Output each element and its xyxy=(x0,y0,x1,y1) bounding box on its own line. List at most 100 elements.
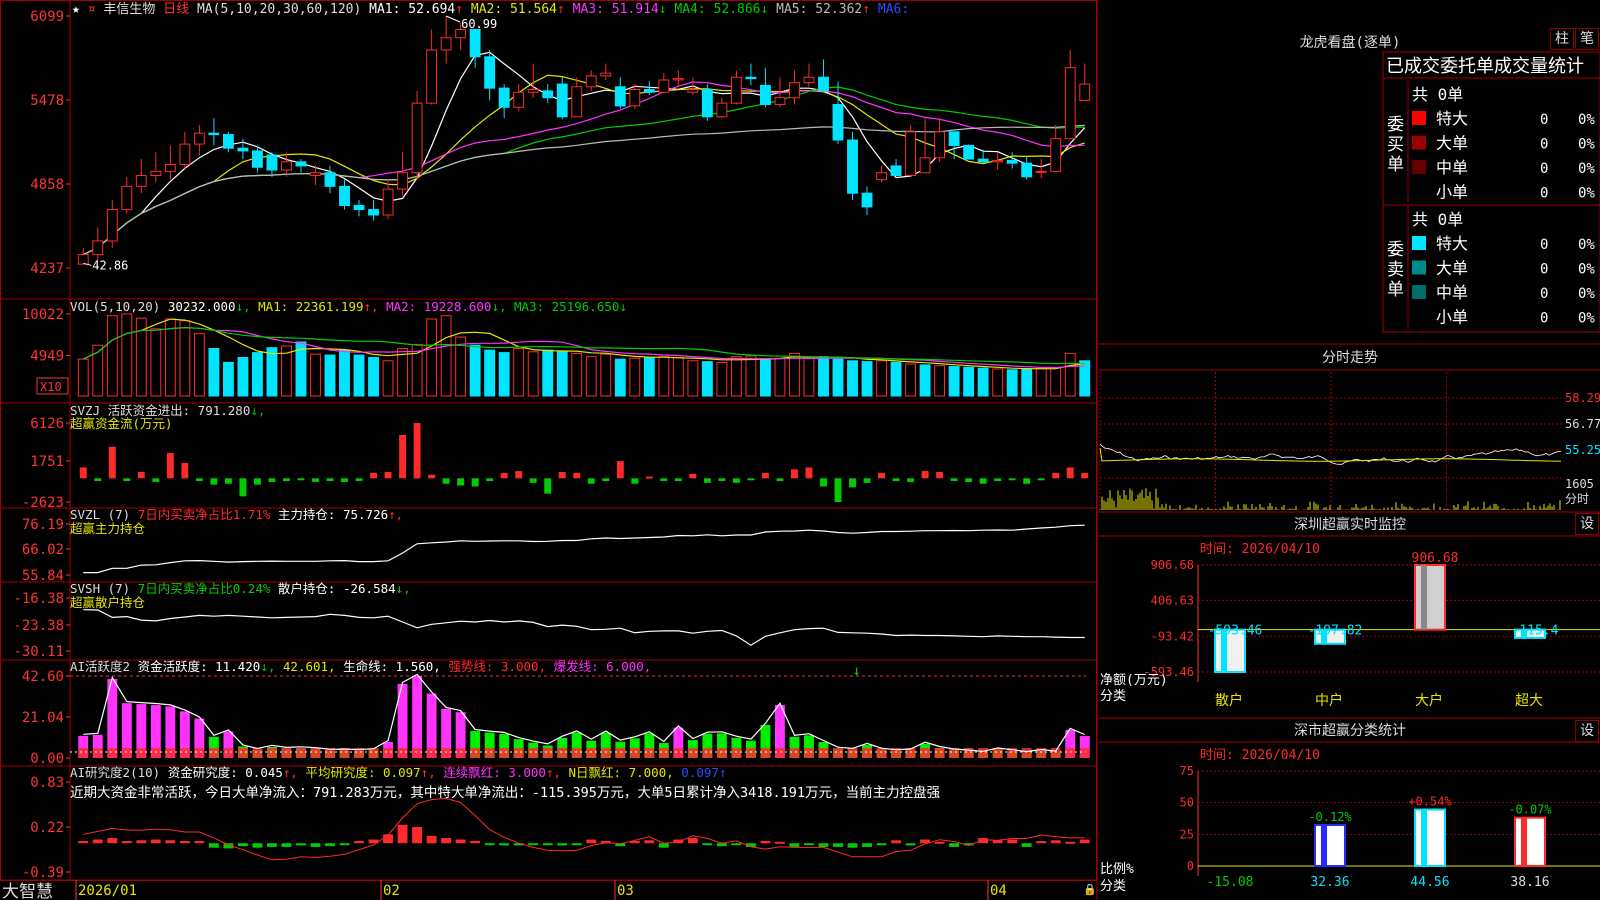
candle-body xyxy=(92,240,104,256)
sz-class-bar-label-3: 38.16 xyxy=(1510,875,1549,890)
fund-flow-bar xyxy=(805,467,813,479)
main-chart-area[interactable]: 6099 5478 4858 4237 60.99 42.86 ★ ¤ 丰信生物 日线 MA… xyxy=(2,2,1097,900)
sz-monitor-settings-button[interactable]: 设 xyxy=(1575,513,1599,535)
buy-swatch-1 xyxy=(1412,135,1426,150)
volume-bar xyxy=(672,357,684,397)
stock-terminal-canvas[interactable]: 6099 5478 4858 4237 60.99 42.86 ★ ¤ 丰信生物 日线 MA… xyxy=(0,0,1600,900)
retail-position-line xyxy=(83,609,1085,646)
sell-row-name-0: 特大 xyxy=(1436,234,1468,253)
order-stats-header: 已成交委托单成交量统计 xyxy=(1386,56,1584,77)
buy-side-char-2: 单 xyxy=(1387,155,1404,175)
sz-class-tick-3: 0 xyxy=(1187,859,1194,873)
avg-research: 平均研究度: 0.097 xyxy=(305,765,420,780)
volume-bar xyxy=(977,367,989,397)
vol-ma2: MA2: 19228.600 xyxy=(386,299,491,314)
buy-swatch-0 xyxy=(1412,111,1426,125)
ai-research-header: AI研究度2(10) 资金研究度: 0.045↑, 平均研究度: 0.097↑,… xyxy=(70,765,726,780)
svsh-title: SVSH (7) xyxy=(70,581,138,596)
ai-active-tick-1: 21.04 xyxy=(22,710,64,726)
candle-body xyxy=(106,209,118,242)
candle-body xyxy=(222,134,234,149)
sz-monitor-time: 时间: 2026/04/10 xyxy=(1200,542,1320,557)
candle-body xyxy=(527,89,539,93)
candle-body xyxy=(208,132,220,136)
column-mode-button[interactable]: 柱 xyxy=(1550,28,1574,50)
stock-name: 丰信生物 xyxy=(103,2,163,17)
activity-base-bar xyxy=(397,748,408,758)
sell-row-pct-1: 0% xyxy=(1578,262,1595,278)
candle-body xyxy=(426,49,438,104)
volume-bar xyxy=(266,347,278,397)
candle-body xyxy=(919,157,931,174)
sz-class-bar-body-1 xyxy=(1314,824,1346,868)
svsh-position: 散户持仓: -26.584 xyxy=(278,581,396,596)
candle-body xyxy=(397,172,409,190)
sz-class-xlabel: 分类 xyxy=(1100,879,1126,894)
sz-class-settings-button[interactable]: 设 xyxy=(1575,720,1599,742)
fund-flow-bar xyxy=(776,478,784,482)
intraday-tick-3: 1605 xyxy=(1565,477,1594,491)
research-bar xyxy=(78,841,89,844)
volume-bar xyxy=(818,356,829,397)
candle-body xyxy=(1050,138,1062,172)
volume-bar xyxy=(701,361,713,397)
ma-value-3: MA4: 52.866 xyxy=(674,2,760,17)
sell-row-count-3: 0 xyxy=(1540,311,1548,327)
candle-body xyxy=(1079,83,1091,101)
volume-bar xyxy=(1064,352,1076,397)
sz-monitor-bar-label-3: -115.4 xyxy=(1512,623,1559,638)
volume-bar xyxy=(353,354,365,397)
lock-icon: 🔒 xyxy=(1083,883,1097,896)
research-bar xyxy=(1021,843,1032,847)
sz-class-bar-3 xyxy=(1514,816,1546,867)
activity-base-bar xyxy=(542,748,553,758)
volume-bar xyxy=(251,352,263,397)
candle-body xyxy=(789,82,800,99)
svzl-title: SVZL (7) xyxy=(70,507,138,522)
vol-unit: X10 xyxy=(40,380,62,394)
fund-flow-bar xyxy=(152,478,160,482)
fund-flow-bar xyxy=(224,478,232,484)
tick-mode-button[interactable]: 笔 xyxy=(1575,28,1599,50)
date-label-2: 03 xyxy=(617,883,634,899)
svzj-tick-0: 6126 xyxy=(30,416,64,432)
buy-swatch-2 xyxy=(1412,160,1426,174)
research-bar xyxy=(121,841,132,844)
buy-row-count-1: 0 xyxy=(1540,137,1548,153)
ma30-line xyxy=(83,86,1085,256)
activity-base-bar xyxy=(281,748,292,758)
ai-active-header: AI活跃度2 资金活跃度: 11.420↓, 42.601, 生命线: 1.56… xyxy=(70,659,651,674)
activity-base-bar xyxy=(237,748,248,758)
fund-flow-bar xyxy=(674,478,682,482)
fund-flow-bar xyxy=(1037,478,1045,481)
avg-research-arrow: ↑, xyxy=(421,765,444,780)
research-bar xyxy=(528,843,539,846)
candle-body xyxy=(1064,67,1076,140)
research-bar xyxy=(1036,841,1047,844)
ma-value-2: MA3: 51.914 xyxy=(573,2,659,17)
svsh-ratio: 7日内买卖净占比0.24% xyxy=(138,581,278,596)
sz-class-bar-label-2: 44.56 xyxy=(1410,875,1449,890)
fund-flow-bar xyxy=(500,472,508,479)
svsh-header: SVSH (7) 7日内买卖净占比0.24% 散户持仓: -26.584↓, xyxy=(70,581,411,596)
period-label: 日线 xyxy=(163,2,197,17)
volume-bar xyxy=(1006,369,1018,397)
buy-side-char-0: 委 xyxy=(1387,115,1404,135)
candle-body xyxy=(629,89,641,107)
activity-base-bar xyxy=(513,748,524,758)
fund-flow-bar xyxy=(341,478,348,482)
candle-body xyxy=(643,89,655,93)
research-bar xyxy=(296,843,306,846)
volume-bar xyxy=(368,357,379,397)
research-bar xyxy=(92,839,103,844)
activity-max: 42.601, xyxy=(283,659,343,674)
activity-base-bar xyxy=(934,748,945,758)
fund-flow-bar xyxy=(718,478,726,482)
fund-flow-bar xyxy=(529,478,537,483)
sz-monitor-bar-2 xyxy=(1414,564,1446,631)
candle-body xyxy=(934,131,946,159)
activity-base-bar xyxy=(441,748,452,758)
volume-bar xyxy=(382,360,394,397)
date-label-3: 04 xyxy=(990,883,1007,899)
activity-base-bar xyxy=(1065,748,1076,758)
